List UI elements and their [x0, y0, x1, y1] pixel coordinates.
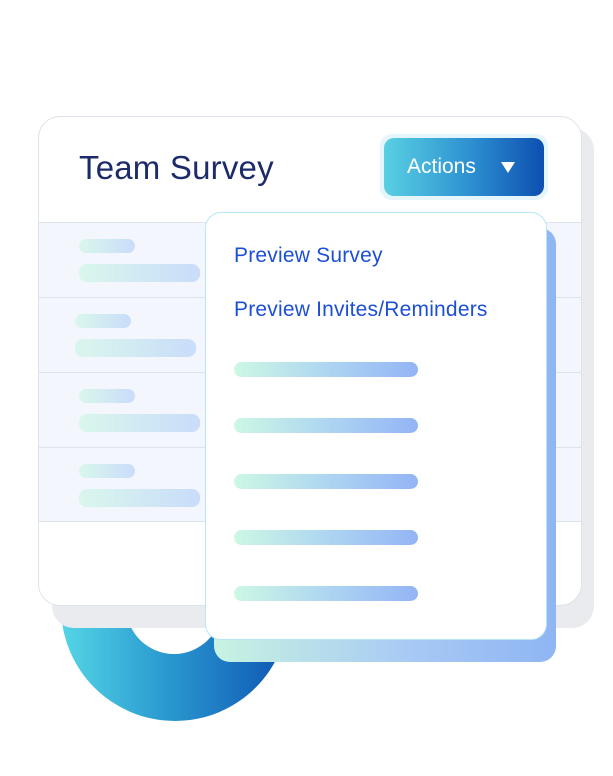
row-placeholder-long — [79, 264, 200, 282]
menu-item-placeholder[interactable] — [234, 362, 418, 377]
page-title: Team Survey — [79, 149, 274, 186]
menu-item-placeholder[interactable] — [234, 418, 418, 433]
menu-item-preview-survey[interactable]: Preview Survey — [234, 244, 383, 268]
menu-item-placeholder[interactable] — [234, 530, 418, 545]
menu-item-preview-invites-reminders[interactable]: Preview Invites/Reminders — [234, 298, 488, 322]
row-placeholder-short — [79, 239, 135, 253]
row-placeholder-short — [79, 389, 135, 403]
row-placeholder-long — [75, 339, 196, 357]
actions-dropdown-menu: Preview Survey Preview Invites/Reminders — [205, 212, 547, 640]
row-placeholder-short — [75, 314, 131, 328]
row-placeholder-short — [79, 464, 135, 478]
caret-down-icon — [501, 162, 515, 173]
row-placeholder-long — [79, 414, 200, 432]
actions-button[interactable]: Actions — [384, 138, 544, 196]
survey-illustration: Team Survey Actions Preview Survey Previ… — [0, 0, 613, 776]
actions-button-label: Actions — [407, 155, 476, 178]
menu-item-placeholder[interactable] — [234, 474, 418, 489]
row-placeholder-long — [79, 489, 200, 507]
menu-item-placeholder[interactable] — [234, 586, 418, 601]
